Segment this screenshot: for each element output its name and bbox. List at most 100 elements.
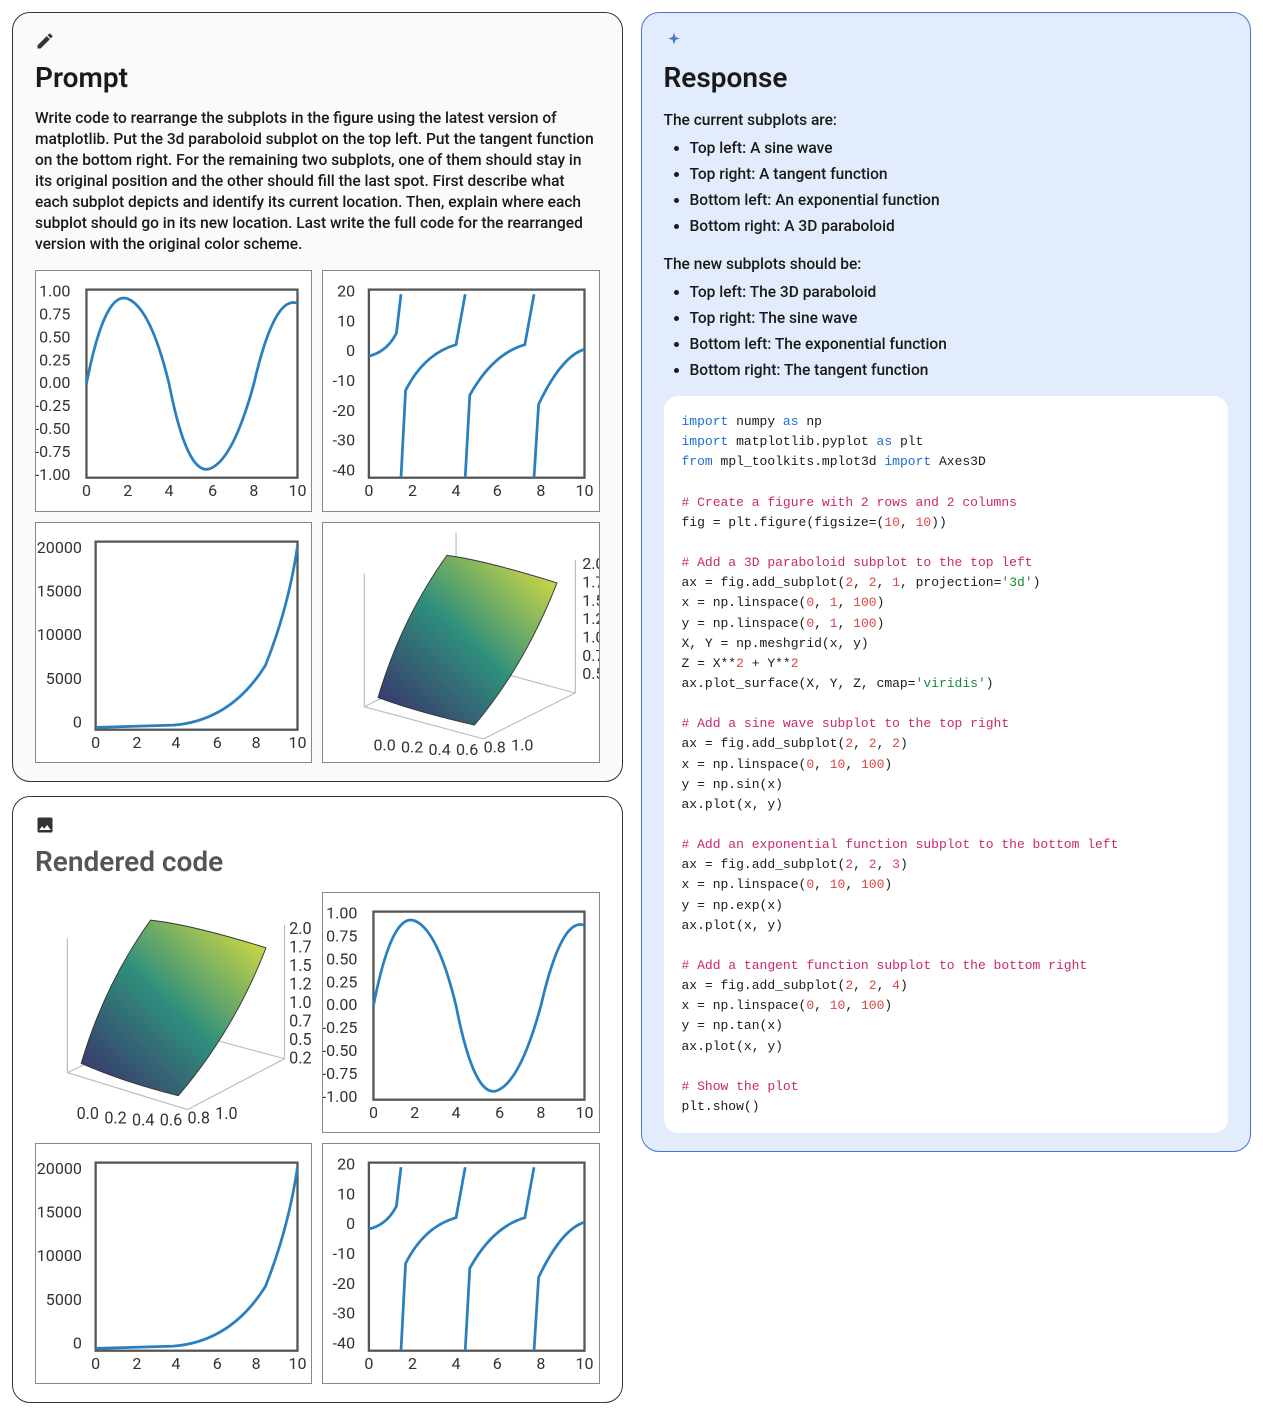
- right-column: Response The current subplots are: Top l…: [641, 12, 1252, 1152]
- svg-text:0.4: 0.4: [429, 739, 451, 758]
- svg-text:20000: 20000: [37, 538, 82, 557]
- chart-sine-rendered: 1.00 0.75 0.50 0.25 0.00 -0.25 -0.50 -0.…: [322, 892, 599, 1133]
- svg-text:-0.50: -0.50: [36, 420, 70, 439]
- svg-text:0.50: 0.50: [289, 1029, 312, 1048]
- prompt-body: Write code to rearrange the subplots in …: [35, 108, 600, 254]
- svg-text:1.75: 1.75: [289, 937, 312, 956]
- svg-text:1.00: 1.00: [289, 993, 312, 1012]
- svg-text:0.25: 0.25: [39, 351, 70, 370]
- svg-text:20: 20: [337, 1154, 355, 1173]
- svg-text:8: 8: [252, 733, 261, 752]
- svg-text:2: 2: [123, 482, 132, 501]
- svg-text:1.00: 1.00: [326, 903, 357, 922]
- svg-text:20000: 20000: [37, 1159, 82, 1178]
- svg-text:1.25: 1.25: [289, 974, 312, 993]
- svg-text:-1.00: -1.00: [323, 1087, 357, 1106]
- svg-text:0.00: 0.00: [39, 374, 70, 393]
- svg-text:10: 10: [288, 733, 306, 752]
- svg-text:1.0: 1.0: [215, 1103, 237, 1122]
- svg-text:6: 6: [213, 1354, 222, 1373]
- svg-text:10: 10: [576, 1354, 594, 1373]
- svg-text:-40: -40: [333, 1333, 355, 1352]
- chart-paraboloid-rendered: 0.0 0.2 0.4 0.6 0.8 1.0 2.00 1.75 1.50 1…: [35, 892, 312, 1133]
- svg-text:1.0: 1.0: [511, 735, 533, 754]
- page-root: Prompt Write code to rearrange the subpl…: [12, 12, 1251, 1403]
- svg-text:2.00: 2.00: [582, 554, 598, 573]
- svg-text:15000: 15000: [37, 1202, 82, 1221]
- svg-text:1.00: 1.00: [582, 627, 598, 646]
- svg-text:20: 20: [337, 282, 355, 301]
- svg-text:1.75: 1.75: [582, 572, 598, 591]
- svg-text:1.50: 1.50: [582, 590, 598, 609]
- response-card: Response The current subplots are: Top l…: [641, 12, 1252, 1152]
- chart-paraboloid-original: 0.0 0.2 0.4 0.6 0.8 1.0 2.00 1.75 1.50 1…: [322, 522, 599, 763]
- chart-tan-original: 20 10 0 -10 -20 -30 -40 0 2 4 6 8: [322, 270, 599, 511]
- svg-text:-0.25: -0.25: [323, 1018, 357, 1037]
- svg-text:2: 2: [132, 733, 141, 752]
- rendered-card: Rendered code: [12, 796, 623, 1403]
- svg-text:4: 4: [171, 1354, 180, 1373]
- prompt-chart-grid: 1.00 0.75 0.50 0.25 0.00 -0.25 -0.50 -0.…: [35, 270, 600, 762]
- svg-text:-30: -30: [333, 431, 355, 450]
- svg-text:-20: -20: [333, 1273, 355, 1292]
- svg-text:10: 10: [288, 1354, 306, 1373]
- svg-text:0: 0: [91, 733, 100, 752]
- code-block: import numpy as np import matplotlib.pyp…: [664, 396, 1229, 1133]
- svg-text:-0.75: -0.75: [323, 1064, 357, 1083]
- svg-text:-40: -40: [333, 461, 355, 480]
- svg-text:6: 6: [493, 1354, 502, 1373]
- svg-text:-0.25: -0.25: [36, 397, 70, 416]
- list-item: Top right: The sine wave: [690, 306, 1229, 330]
- svg-text:0.75: 0.75: [582, 645, 598, 664]
- svg-text:0: 0: [73, 712, 82, 731]
- svg-text:2.00: 2.00: [289, 919, 312, 938]
- prompt-card: Prompt Write code to rearrange the subpl…: [12, 12, 623, 782]
- svg-text:0.0: 0.0: [77, 1103, 99, 1122]
- list-item: Bottom left: The exponential function: [690, 332, 1229, 356]
- list-item: Bottom right: The tangent function: [690, 358, 1229, 382]
- image-icon: [35, 815, 600, 839]
- svg-text:-20: -20: [333, 401, 355, 420]
- svg-text:-30: -30: [333, 1303, 355, 1322]
- svg-text:5000: 5000: [46, 1290, 82, 1309]
- svg-text:0.00: 0.00: [326, 995, 357, 1014]
- svg-text:0.75: 0.75: [39, 305, 70, 324]
- response-current-list: Top left: A sine wave Top right: A tange…: [664, 136, 1229, 238]
- response-title: Response: [664, 61, 1229, 94]
- rendered-title: Rendered code: [35, 845, 600, 878]
- list-item: Top left: A sine wave: [690, 136, 1229, 160]
- svg-text:0.50: 0.50: [582, 664, 598, 683]
- svg-text:0: 0: [369, 1103, 378, 1122]
- svg-text:2: 2: [408, 482, 417, 501]
- svg-text:-0.50: -0.50: [323, 1041, 357, 1060]
- svg-text:0.75: 0.75: [326, 926, 357, 945]
- rendered-chart-grid: 0.0 0.2 0.4 0.6 0.8 1.0 2.00 1.75 1.50 1…: [35, 892, 600, 1384]
- svg-text:10000: 10000: [37, 1246, 82, 1265]
- svg-text:10: 10: [576, 482, 594, 501]
- svg-text:8: 8: [537, 1354, 546, 1373]
- response-new-list: Top left: The 3D paraboloid Top right: T…: [664, 280, 1229, 382]
- svg-text:0.4: 0.4: [132, 1110, 154, 1129]
- chart-exp-rendered: 20000 15000 10000 5000 0 0 2 4 6 8 10: [35, 1143, 312, 1384]
- svg-text:8: 8: [537, 1103, 546, 1122]
- svg-text:0.25: 0.25: [289, 1048, 312, 1067]
- svg-text:-10: -10: [333, 1244, 355, 1263]
- svg-text:0.75: 0.75: [289, 1011, 312, 1030]
- svg-text:0.8: 0.8: [187, 1108, 209, 1127]
- svg-text:1.50: 1.50: [289, 956, 312, 975]
- list-item: Bottom left: An exponential function: [690, 188, 1229, 212]
- svg-text:1.25: 1.25: [582, 609, 598, 628]
- svg-text:15000: 15000: [37, 581, 82, 600]
- svg-text:0.2: 0.2: [401, 737, 423, 756]
- chart-sine-original: 1.00 0.75 0.50 0.25 0.00 -0.25 -0.50 -0.…: [35, 270, 312, 511]
- svg-text:2: 2: [132, 1354, 141, 1373]
- svg-text:6: 6: [495, 1103, 504, 1122]
- svg-text:6: 6: [213, 733, 222, 752]
- svg-text:10: 10: [337, 312, 355, 331]
- svg-text:4: 4: [452, 1103, 461, 1122]
- svg-text:8: 8: [252, 1354, 261, 1373]
- svg-text:5000: 5000: [46, 668, 82, 687]
- svg-text:10000: 10000: [37, 625, 82, 644]
- svg-text:0: 0: [91, 1354, 100, 1373]
- svg-text:4: 4: [171, 733, 180, 752]
